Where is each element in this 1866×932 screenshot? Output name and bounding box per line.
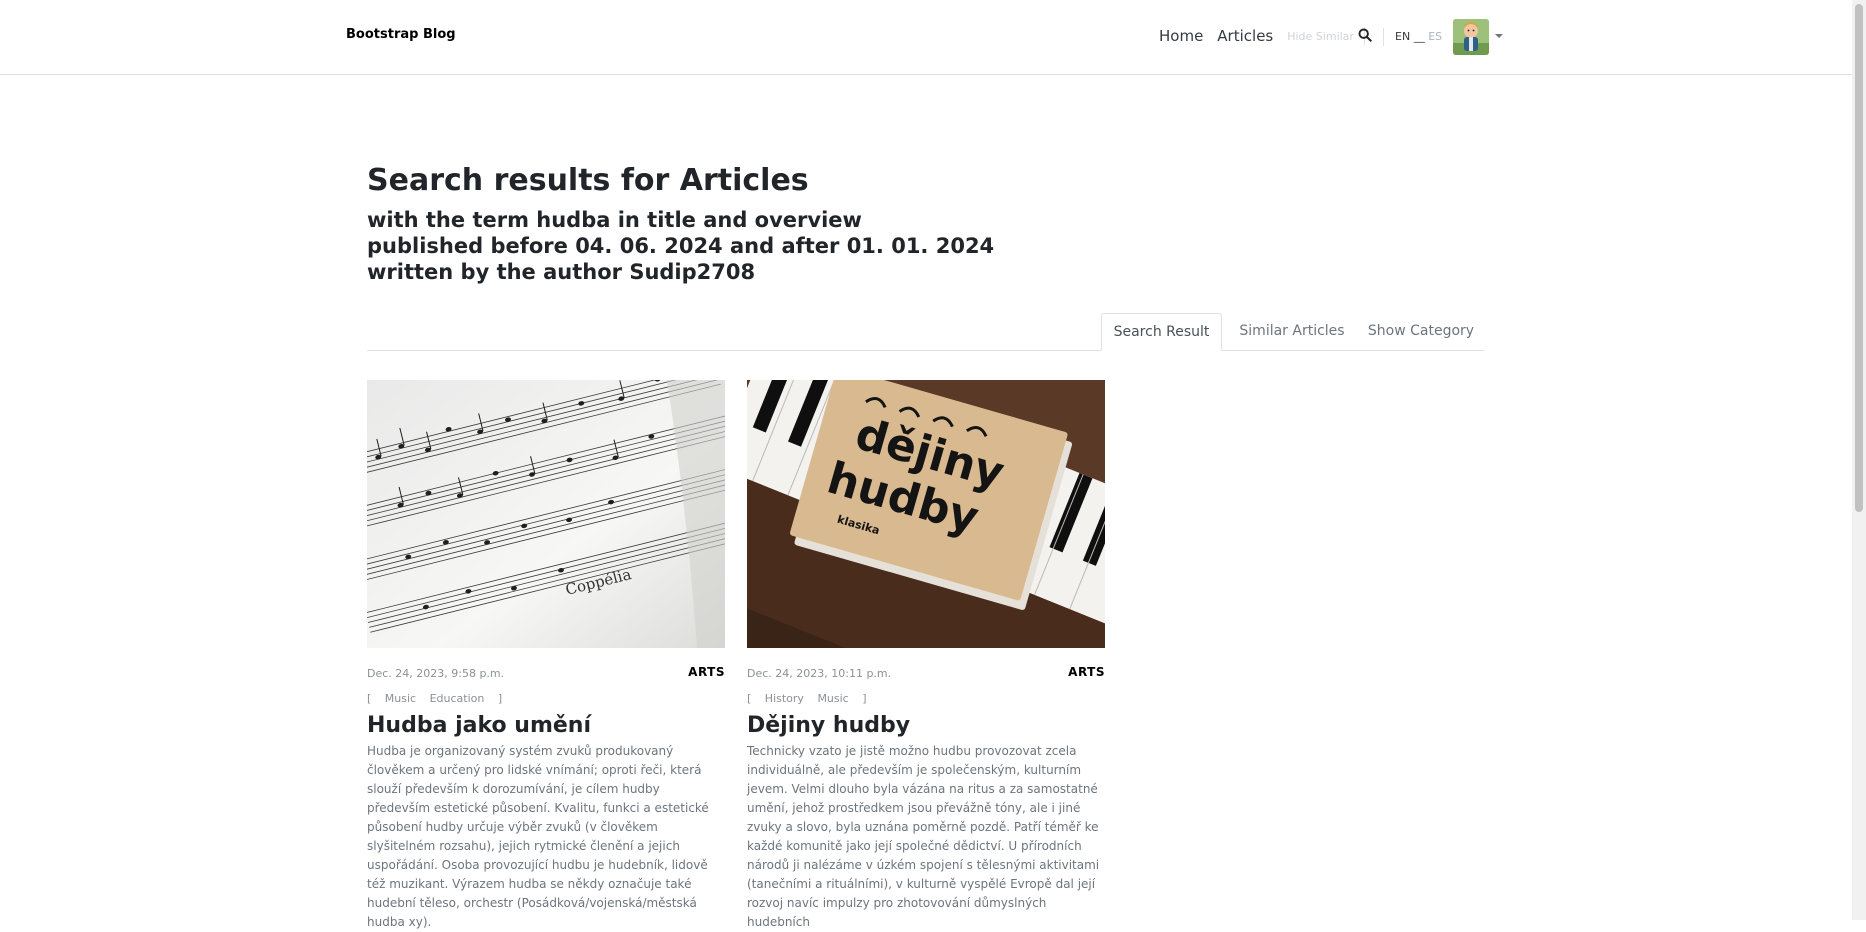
article-date: Dec. 24, 2023, 10:11 p.m. <box>747 667 892 680</box>
nav-link-articles[interactable]: Articles <box>1217 27 1273 45</box>
search-icon[interactable] <box>1358 27 1374 43</box>
article-card: Coppélia Dec. 24, 2023, 9:58 p.m. ARTS [… <box>367 380 725 932</box>
lang-es[interactable]: ES <box>1428 30 1442 43</box>
article-overview: Technicky vzato je jistě možno hudbu pro… <box>747 744 1100 929</box>
article-date: Dec. 24, 2023, 9:58 p.m. <box>367 667 505 680</box>
article-title[interactable]: Dějiny hudby <box>747 713 1105 738</box>
article-category[interactable]: ARTS <box>688 665 725 679</box>
article-meta: Dec. 24, 2023, 10:11 p.m. ARTS <box>747 665 1105 683</box>
caret-down-icon[interactable] <box>1495 34 1503 38</box>
tab-similar-articles[interactable]: Similar Articles <box>1230 313 1354 350</box>
criteria-dates: published before 04. 06. 2024 and after … <box>367 234 995 258</box>
nav-divider <box>1383 28 1384 46</box>
tag-music[interactable]: Music <box>385 692 416 705</box>
lang-en[interactable]: EN <box>1395 30 1410 43</box>
article-tags: [ History Music ] <box>747 692 1105 705</box>
criteria-author: written by the author Sudip2708 <box>367 260 756 284</box>
tab-show-category[interactable]: Show Category <box>1362 313 1480 350</box>
article-card: dějiny hudby klasika Dec. 24, 2023, 10:1… <box>747 380 1105 932</box>
article-image-sheet-music[interactable]: Coppélia <box>367 380 725 648</box>
tags-close-bracket: ] <box>497 692 503 705</box>
article-overview: Hudba je organizovaný systém zvuků produ… <box>367 744 709 929</box>
tags-close-bracket: ] <box>862 692 867 705</box>
article-image-book-on-piano[interactable]: dějiny hudby klasika <box>747 380 1105 648</box>
hide-similar-link[interactable]: Hide Similar <box>1287 30 1354 43</box>
tab-search-result[interactable]: Search Result <box>1101 313 1222 351</box>
results-tabs: Search Result Similar Articles Show Cate… <box>367 313 1484 351</box>
article-tags: [ Music Education ] <box>367 692 725 705</box>
scrollbar-thumb[interactable] <box>1855 4 1863 512</box>
tags-open-bracket: [ <box>747 692 752 705</box>
navbar: Bootstrap Blog Home Articles Hide Simila… <box>0 0 1852 75</box>
page-scrollbar[interactable] <box>1852 0 1866 920</box>
nav-link-home[interactable]: Home <box>1159 27 1203 45</box>
article-category[interactable]: ARTS <box>1068 665 1105 679</box>
tags-open-bracket: [ <box>367 692 372 705</box>
brand-link[interactable]: Bootstrap Blog <box>346 27 456 42</box>
language-switcher: EN __ ES <box>1395 30 1442 43</box>
article-meta: Dec. 24, 2023, 9:58 p.m. ARTS <box>367 665 725 683</box>
tag-history[interactable]: History <box>765 692 804 705</box>
search-criteria: with the term hudba in title and overvie… <box>367 207 994 285</box>
tag-education[interactable]: Education <box>430 692 485 705</box>
tag-music[interactable]: Music <box>817 692 848 705</box>
criteria-term: with the term hudba in title and overvie… <box>367 208 862 232</box>
nav-links: Home Articles Hide Similar <box>1159 27 1379 45</box>
article-title[interactable]: Hudba jako umění <box>367 713 725 738</box>
page-title: Search results for Articles <box>367 163 809 198</box>
avatar[interactable] <box>1453 19 1489 55</box>
lang-separator: __ <box>1413 30 1425 43</box>
